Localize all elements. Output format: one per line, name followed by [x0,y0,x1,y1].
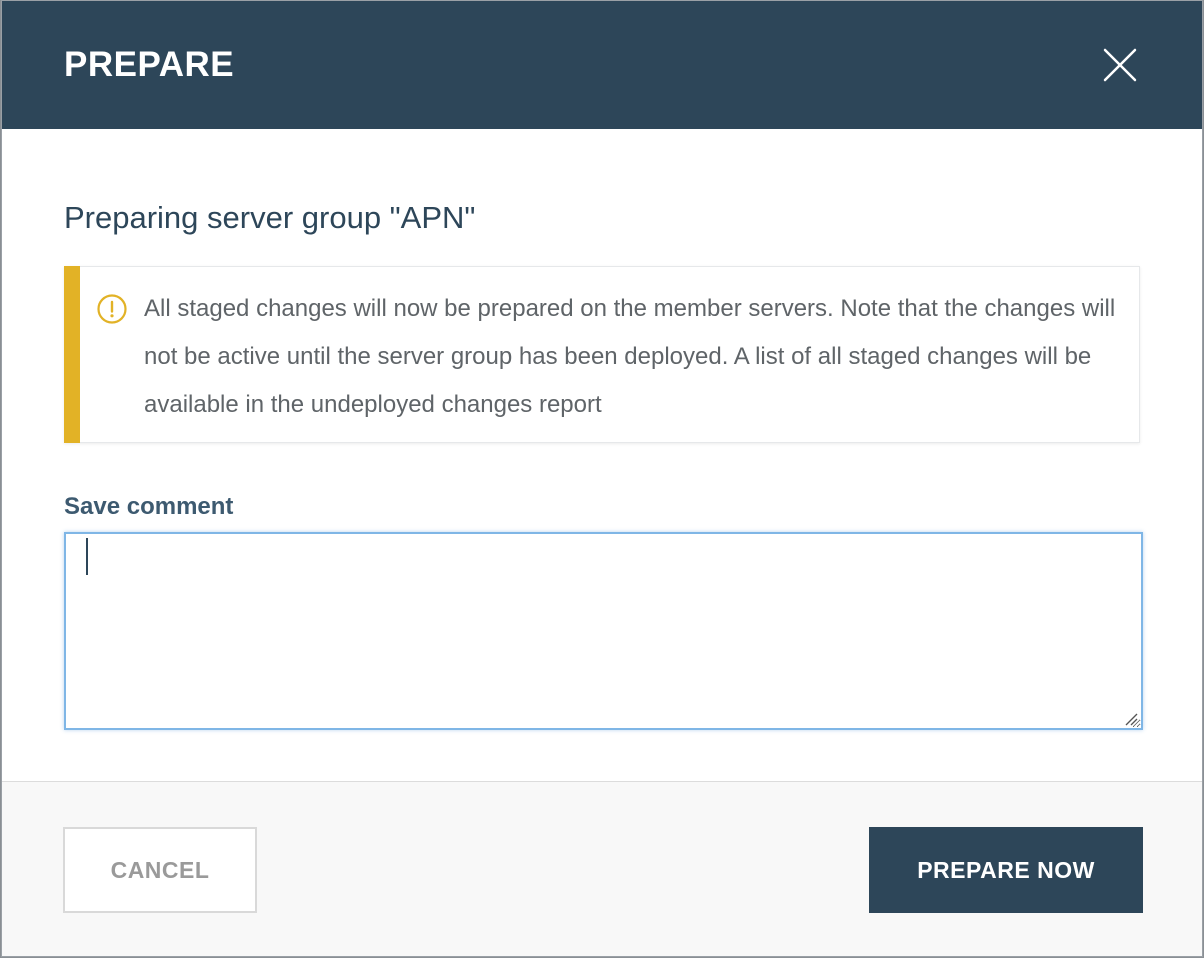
prepare-now-button[interactable]: PREPARE NOW [869,827,1143,913]
save-comment-input[interactable] [64,532,1143,730]
save-comment-label: Save comment [64,493,234,520]
dialog-footer: CANCEL PREPARE NOW [2,781,1202,956]
cancel-button[interactable]: CANCEL [63,827,257,913]
text-caret [86,538,88,575]
warning-alert: All staged changes will now be prepared … [64,266,1140,443]
close-button[interactable] [1100,45,1140,85]
dialog-heading: Preparing server group "APN" [64,200,476,235]
alert-message: All staged changes will now be prepared … [144,295,1116,418]
resize-handle-icon[interactable] [1124,712,1138,726]
prepare-dialog: PREPARE Preparing server group "APN" All… [1,0,1203,957]
alert-accent-bar [64,266,80,443]
dialog-header: PREPARE [2,1,1202,129]
warning-circle-icon [97,294,127,324]
close-icon [1103,48,1137,82]
dialog-title: PREPARE [64,45,235,84]
